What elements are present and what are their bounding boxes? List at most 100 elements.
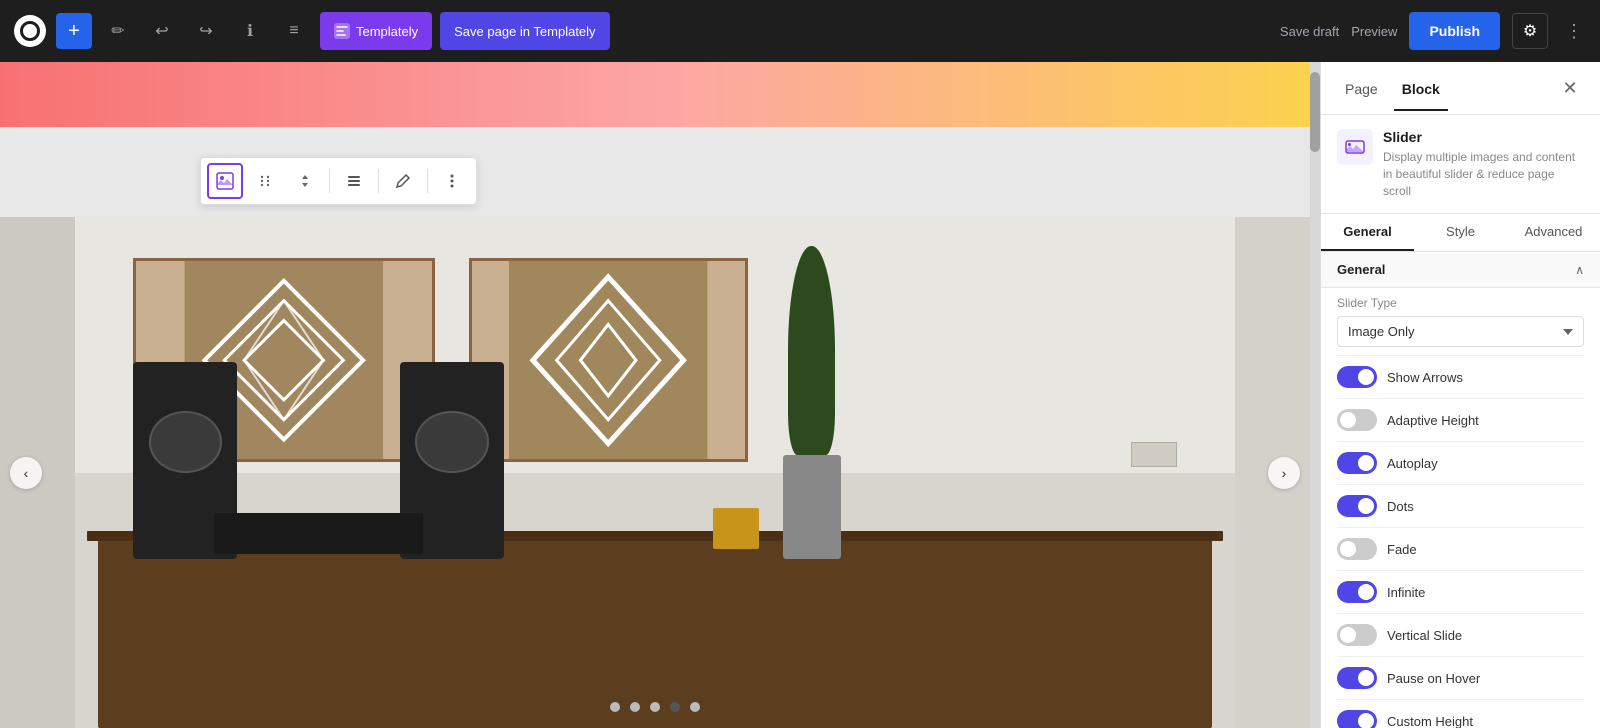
vertical-slide-row: Vertical Slide <box>1337 614 1584 657</box>
slider-preview: ‹ › <box>0 217 1310 728</box>
canvas-top-strip <box>0 62 1320 127</box>
show-arrows-toggle[interactable] <box>1337 366 1377 388</box>
main-area: ‹ › <box>0 62 1600 728</box>
art-svg-2 <box>472 261 744 459</box>
settings-button[interactable]: ⚙ <box>1512 13 1548 49</box>
main-slide <box>75 217 1235 728</box>
slider-next-button[interactable]: › <box>1268 457 1300 489</box>
canvas-scrollbar[interactable] <box>1310 62 1320 728</box>
undo-button[interactable]: ↩ <box>144 13 180 49</box>
show-arrows-label: Show Arrows <box>1387 370 1584 385</box>
canvas-scrollbar-thumb <box>1310 72 1320 152</box>
panel-header: Page Block ✕ <box>1321 62 1600 115</box>
templately-icon <box>334 23 350 39</box>
speaker-woofer-right <box>415 411 488 472</box>
art-frame-2 <box>469 258 747 462</box>
vertical-slide-label: Vertical Slide <box>1387 628 1584 643</box>
general-section-title: General <box>1337 262 1385 277</box>
info-button[interactable]: ℹ <box>232 13 268 49</box>
table <box>98 539 1212 728</box>
dots-row: Dots <box>1337 485 1584 528</box>
slider-type-select[interactable]: Image Only Content Slider Full Width <box>1337 316 1584 347</box>
autoplay-toggle[interactable] <box>1337 452 1377 474</box>
dot-5[interactable] <box>690 702 700 712</box>
fade-label: Fade <box>1387 542 1584 557</box>
infinite-label: Infinite <box>1387 585 1584 600</box>
drag-icon <box>257 173 273 189</box>
infinite-row: Infinite <box>1337 571 1584 614</box>
custom-height-toggle[interactable] <box>1337 710 1377 728</box>
more-vert-icon <box>450 173 454 189</box>
slider-type-row: Slider Type Image Only Content Slider Fu… <box>1337 288 1584 356</box>
edit-icon <box>395 173 411 189</box>
dot-3[interactable] <box>650 702 660 712</box>
publish-button[interactable]: Publish <box>1409 12 1500 50</box>
topbar-right: Save draft Preview Publish ⚙ ⋮ <box>1280 12 1588 50</box>
autoplay-row: Autoplay <box>1337 442 1584 485</box>
panel-body: General ∧ Slider Type Image Only Content… <box>1321 252 1600 728</box>
pause-hover-toggle[interactable] <box>1337 667 1377 689</box>
wp-logo[interactable] <box>12 13 48 49</box>
toolbar-edit-button[interactable] <box>385 163 421 199</box>
adaptive-height-row: Adaptive Height <box>1337 399 1584 442</box>
arrows-icon <box>297 173 313 189</box>
show-arrows-row: Show Arrows <box>1337 356 1584 399</box>
toolbar-separator-1 <box>329 169 330 193</box>
adaptive-height-label: Adaptive Height <box>1387 413 1584 428</box>
add-button[interactable]: + <box>56 13 92 49</box>
adaptive-height-toggle[interactable] <box>1337 409 1377 431</box>
save-templately-button[interactable]: Save page in Templately <box>440 12 609 50</box>
plant-leaves <box>788 246 834 455</box>
tab-general[interactable]: General <box>1321 214 1414 251</box>
dot-1[interactable] <box>610 702 620 712</box>
image-icon <box>216 172 234 190</box>
slider-icon-box <box>1337 129 1373 165</box>
toolbar-more-button[interactable] <box>434 163 470 199</box>
tab-style[interactable]: Style <box>1414 214 1507 251</box>
list-button[interactable]: ≡ <box>276 13 312 49</box>
slider-dots <box>610 702 700 712</box>
vertical-slide-toggle[interactable] <box>1337 624 1377 646</box>
align-icon <box>346 173 362 189</box>
dots-label: Dots <box>1387 499 1584 514</box>
section-chevron-icon: ∧ <box>1575 263 1584 277</box>
wall-socket <box>1131 442 1177 468</box>
section-tabs: General Style Advanced <box>1321 214 1600 252</box>
tab-advanced[interactable]: Advanced <box>1507 214 1600 251</box>
pause-hover-row: Pause on Hover <box>1337 657 1584 700</box>
custom-height-row: Custom Height <box>1337 700 1584 728</box>
block-toolbar <box>200 157 477 205</box>
templately-button[interactable]: Templately <box>320 12 432 50</box>
settings-body: Slider Type Image Only Content Slider Fu… <box>1321 288 1600 728</box>
block-tab[interactable]: Block <box>1394 77 1448 111</box>
dots-toggle[interactable] <box>1337 495 1377 517</box>
more-button[interactable]: ⋮ <box>1560 13 1588 49</box>
infinite-toggle[interactable] <box>1337 581 1377 603</box>
redo-button[interactable]: ↪ <box>188 13 224 49</box>
right-panel: Page Block ✕ Slider Display multiple ima… <box>1320 62 1600 728</box>
toolbar-separator-2 <box>378 169 379 193</box>
pencil-button[interactable]: ✏ <box>100 13 136 49</box>
custom-height-label: Custom Height <box>1387 714 1584 728</box>
dot-2[interactable] <box>630 702 640 712</box>
panel-close-button[interactable]: ✕ <box>1556 74 1584 102</box>
toolbar-drag-button[interactable] <box>247 163 283 199</box>
slider-prev-button[interactable]: ‹ <box>10 457 42 489</box>
slider-container: ‹ › <box>0 217 1310 728</box>
save-draft-link[interactable]: Save draft <box>1280 24 1339 39</box>
toolbar-arrows-button[interactable] <box>287 163 323 199</box>
preview-link[interactable]: Preview <box>1351 24 1397 39</box>
slider-block-icon <box>1344 136 1366 158</box>
general-section-header: General ∧ <box>1321 252 1600 288</box>
dot-4[interactable] <box>670 702 680 712</box>
slider-description: Display multiple images and content in b… <box>1383 149 1584 199</box>
toolbar-align-button[interactable] <box>336 163 372 199</box>
toolbar-image-button[interactable] <box>207 163 243 199</box>
candle <box>713 508 759 549</box>
page-tab[interactable]: Page <box>1337 77 1386 111</box>
slider-title: Slider <box>1383 129 1584 145</box>
fade-toggle[interactable] <box>1337 538 1377 560</box>
slider-image: ‹ › <box>0 217 1310 728</box>
stereo-unit <box>214 513 423 554</box>
slider-type-label: Slider Type <box>1337 296 1584 310</box>
